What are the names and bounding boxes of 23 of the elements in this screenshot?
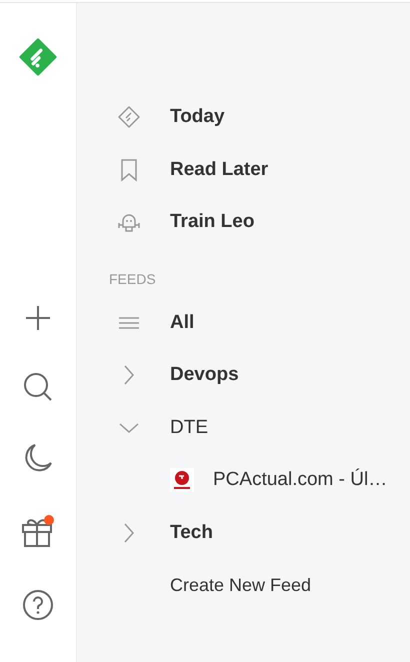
nav-item[interactable]: Train Leo [170,211,254,234]
list-icon [118,316,140,330]
nav-item[interactable]: Read Later [170,158,268,181]
bookmark-icon [120,158,138,182]
create-feed-link[interactable]: Create New Feed [170,574,312,596]
feed-item[interactable]: Devops [170,364,239,386]
search-icon[interactable] [23,372,53,402]
chevron-down-icon[interactable] [118,422,140,434]
nav-item[interactable]: Today [170,106,225,128]
feed-item[interactable]: All [170,312,194,334]
feed-item[interactable]: Tech [170,522,213,544]
chevron-right-icon[interactable] [122,364,134,386]
feed-item[interactable]: DTE [170,416,208,439]
diamond-icon [116,104,142,130]
site-favicon-icon [170,468,194,492]
moon-icon[interactable] [23,443,53,473]
add-icon[interactable] [24,304,52,332]
logo-icon[interactable] [19,38,57,76]
chevron-right-icon[interactable] [122,522,134,544]
help-icon[interactable] [22,589,54,621]
feed-item[interactable]: PCActual.com - Úl… [213,469,388,492]
gift-icon[interactable] [21,514,55,548]
section-heading: FEEDS [108,270,157,286]
